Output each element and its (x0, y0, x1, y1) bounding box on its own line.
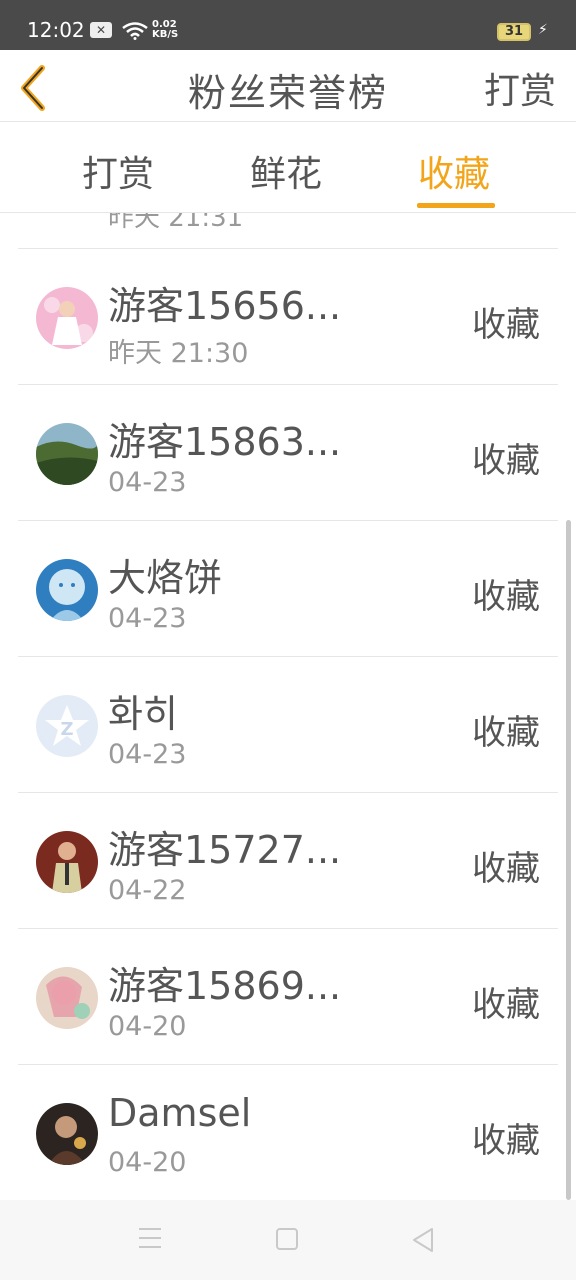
tab-flowers[interactable]: 鲜花 (250, 145, 322, 197)
item-date: 04-23 (108, 603, 187, 634)
item-date: 昨天 21:30 (108, 338, 249, 369)
list-item[interactable]: 游客15869... 04-20 收藏 (18, 929, 558, 1065)
item-date: 04-20 (108, 1011, 187, 1042)
item-date: 04-20 (108, 1147, 187, 1178)
item-action: 收藏 (472, 577, 540, 617)
svg-text:Z: Z (60, 719, 73, 740)
status-bar: 12:02 ✕ 0.02 KB/S 31 ⚡ (0, 0, 576, 50)
item-action: 收藏 (472, 1121, 540, 1161)
tab-bar: 打赏 鲜花 收藏 (0, 123, 576, 213)
list-item[interactable]: 游客15727... 04-22 收藏 (18, 793, 558, 929)
item-action: 收藏 (472, 305, 540, 345)
list-item[interactable]: 昨天 21:31 (18, 213, 558, 249)
avatar[interactable] (36, 559, 98, 621)
active-tab-indicator (417, 203, 495, 208)
avatar[interactable] (36, 1103, 98, 1165)
list-item[interactable]: 大烙饼 04-23 收藏 (18, 521, 558, 657)
avatar[interactable] (36, 831, 98, 893)
list-item[interactable]: Z 화히 04-23 收藏 (18, 657, 558, 793)
item-date: 04-23 (108, 467, 187, 498)
list-item[interactable]: 游客15656... 昨天 21:30 收藏 (18, 249, 558, 385)
status-time: 12:02 (27, 18, 85, 42)
avatar[interactable] (36, 967, 98, 1029)
item-date: 昨天 21:31 (108, 213, 244, 233)
tip-button[interactable]: 打赏 (484, 62, 556, 114)
scrollbar[interactable] (566, 520, 571, 1200)
avatar[interactable] (36, 423, 98, 485)
fan-list[interactable]: 昨天 21:31 游客15656... 昨天 21:30 收藏 游客15863.… (0, 213, 576, 1200)
charging-icon: ⚡ (538, 22, 548, 38)
item-name: Damsel (108, 1091, 252, 1135)
item-name: 大烙饼 (108, 556, 223, 600)
item-name: 화히 (108, 692, 178, 736)
home-icon[interactable] (276, 1228, 298, 1250)
item-name: 游客15869... (108, 964, 342, 1008)
avatar[interactable] (36, 287, 98, 349)
item-action: 收藏 (472, 441, 540, 481)
avatar[interactable]: Z (36, 695, 98, 757)
battery-icon: 31 (497, 23, 531, 41)
system-nav-bar (0, 1200, 576, 1280)
item-date: 04-23 (108, 739, 187, 770)
header: 粉丝荣誉榜 打赏 (0, 50, 576, 122)
tab-tip[interactable]: 打赏 (82, 145, 154, 197)
item-action: 收藏 (472, 713, 540, 753)
wifi-icon (122, 22, 148, 40)
back-triangle-icon[interactable] (410, 1226, 436, 1254)
item-name: 游客15863... (108, 420, 342, 464)
item-action: 收藏 (472, 849, 540, 889)
item-date: 04-22 (108, 875, 187, 906)
item-name: 游客15727... (108, 828, 342, 872)
notification-icon: ✕ (90, 22, 112, 38)
list-item[interactable]: Damsel 04-20 收藏 (18, 1065, 558, 1200)
network-speed: 0.02 KB/S (152, 19, 179, 40)
list-item[interactable]: 游客15863... 04-23 收藏 (18, 385, 558, 521)
tab-favorites[interactable]: 收藏 (418, 145, 490, 197)
item-name: 游客15656... (108, 284, 342, 328)
menu-icon[interactable] (139, 1228, 163, 1250)
item-action: 收藏 (472, 985, 540, 1025)
